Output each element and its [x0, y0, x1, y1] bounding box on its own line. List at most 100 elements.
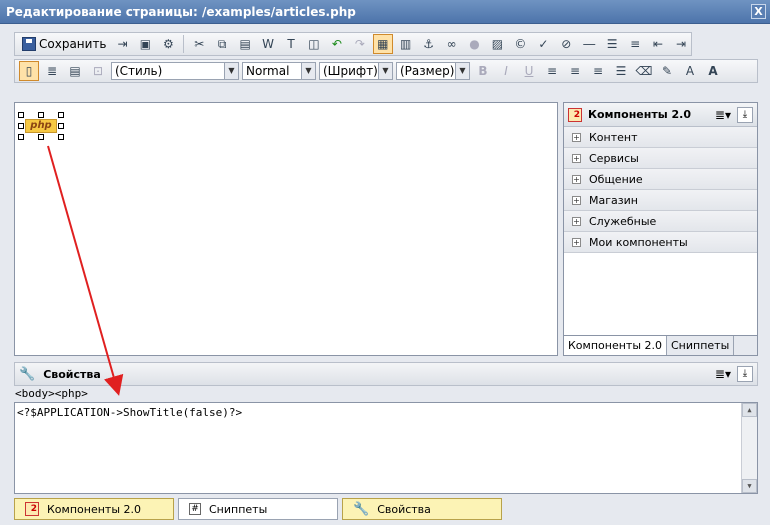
paste-word-icon[interactable]: W — [258, 34, 278, 54]
bold-icon[interactable]: B — [473, 61, 493, 81]
paste-text-icon[interactable]: T — [281, 34, 301, 54]
dock-icon[interactable]: ⤓ — [737, 106, 753, 123]
resize-handle[interactable] — [38, 112, 44, 118]
taskbar-snippets[interactable]: # Сниппеты — [178, 498, 338, 520]
anchor-icon[interactable]: ⚓ — [419, 34, 439, 54]
window-titlebar: Редактирование страницы: /examples/artic… — [0, 0, 770, 24]
resize-handle[interactable] — [58, 112, 64, 118]
close-button[interactable]: X — [751, 4, 766, 19]
expand-icon: + — [572, 174, 581, 184]
category-label: Служебные — [589, 214, 657, 228]
category-communication[interactable]: + Общение — [564, 169, 757, 190]
bottom-taskbar: 2 Компоненты 2.0 # Сниппеты 🔧 Свойства — [14, 498, 758, 520]
unlink-icon[interactable]: ● — [465, 34, 485, 54]
fullscreen-icon[interactable]: ▣ — [135, 34, 155, 54]
link-icon[interactable]: ∞ — [442, 34, 462, 54]
category-label: Сервисы — [589, 151, 639, 165]
indent-icon[interactable]: ⇥ — [671, 34, 691, 54]
split-mode-icon[interactable]: ▤ — [65, 61, 85, 81]
category-my-components[interactable]: + Мои компоненты — [564, 232, 757, 253]
php-block[interactable]: php — [25, 119, 57, 133]
exit-icon[interactable]: ⇥ — [113, 34, 133, 54]
tab-components[interactable]: Компоненты 2.0 — [564, 336, 667, 355]
taskbar-components[interactable]: 2 Компоненты 2.0 — [14, 498, 174, 520]
menu-icon[interactable]: ≣▾ — [715, 107, 731, 123]
snippet-icon: # — [189, 503, 201, 515]
wrench-icon: 🔧 — [353, 501, 370, 517]
paste-html-icon[interactable]: ◫ — [304, 34, 324, 54]
flash-icon[interactable]: ⊘ — [556, 34, 576, 54]
resize-handle[interactable] — [18, 123, 24, 129]
wysiwyg-mode-icon[interactable]: ▯ — [19, 61, 39, 81]
format-select-value: Normal — [246, 64, 290, 78]
floppy-icon — [22, 37, 36, 51]
source-mode-icon[interactable]: ≣ — [42, 61, 62, 81]
save-label: Сохранить — [39, 37, 107, 51]
ordered-list-icon[interactable]: ☰ — [602, 34, 622, 54]
components-panel-title: Компоненты 2.0 — [588, 108, 691, 121]
table-icon[interactable]: ▥ — [396, 34, 416, 54]
align-justify-icon[interactable]: ☰ — [611, 61, 631, 81]
align-center-icon[interactable]: ≡ — [565, 61, 585, 81]
copy-icon[interactable]: ⧉ — [212, 34, 232, 54]
php-mode-icon[interactable]: ⊡ — [88, 61, 108, 81]
outdent-icon[interactable]: ⇤ — [648, 34, 668, 54]
properties-header: 🔧 Свойства ≣▾ ⤓ — [14, 362, 758, 386]
category-utility[interactable]: + Служебные — [564, 211, 757, 232]
background-color-icon[interactable]: A — [703, 61, 723, 81]
resize-handle[interactable] — [58, 123, 64, 129]
taskbar-label: Свойства — [377, 502, 431, 516]
redo-icon[interactable]: ↷ — [350, 34, 370, 54]
paste-icon[interactable]: ▤ — [235, 34, 255, 54]
components-icon: 2 — [25, 502, 39, 516]
scroll-down-icon[interactable]: ▼ — [742, 479, 757, 493]
expand-icon: + — [572, 237, 581, 247]
taskbar-properties[interactable]: 🔧 Свойства — [342, 498, 502, 520]
spellcheck-icon[interactable]: ✓ — [533, 34, 553, 54]
menu-icon[interactable]: ≣▾ — [715, 366, 731, 382]
resize-handle[interactable] — [58, 134, 64, 140]
undo-icon[interactable]: ↶ — [327, 34, 347, 54]
expand-icon: + — [572, 216, 581, 226]
font-select[interactable]: (Шрифт) ▼ — [319, 62, 393, 80]
scrollbar[interactable]: ▲ ▼ — [741, 403, 757, 493]
eraser-icon[interactable]: ⌫ — [634, 61, 654, 81]
wysiwyg-editor[interactable]: php — [14, 102, 558, 356]
save-button[interactable]: Сохранить — [19, 34, 110, 54]
tab-snippets[interactable]: Сниппеты — [667, 336, 735, 355]
resize-handle[interactable] — [38, 134, 44, 140]
underline-icon[interactable]: U — [519, 61, 539, 81]
expand-icon: + — [572, 195, 581, 205]
category-label: Контент — [589, 130, 638, 144]
horizontal-rule-icon[interactable]: ― — [579, 34, 599, 54]
category-label: Мои компоненты — [589, 235, 688, 249]
format-toolbar: ▯ ≣ ▤ ⊡ (Стиль) ▼ Normal ▼ (Шрифт) ▼ (Ра… — [14, 59, 758, 83]
size-select[interactable]: (Размер) ▼ — [396, 62, 470, 80]
style-select[interactable]: (Стиль) ▼ — [111, 62, 239, 80]
highlight-icon[interactable]: ✎ — [657, 61, 677, 81]
italic-icon[interactable]: I — [496, 61, 516, 81]
scroll-up-icon[interactable]: ▲ — [742, 403, 757, 417]
cut-icon[interactable]: ✂ — [189, 34, 209, 54]
dock-icon[interactable]: ⤓ — [737, 366, 753, 382]
components-panel: 2 Компоненты 2.0 ≣▾ ⤓ + Контент + Сервис… — [563, 102, 758, 356]
category-content[interactable]: + Контент — [564, 127, 757, 148]
unordered-list-icon[interactable]: ≡ — [625, 34, 645, 54]
align-right-icon[interactable]: ≡ — [588, 61, 608, 81]
copyright-icon[interactable]: © — [510, 34, 530, 54]
show-borders-icon[interactable]: ▦ — [372, 34, 393, 54]
align-left-icon[interactable]: ≡ — [542, 61, 562, 81]
settings-icon[interactable]: ⚙ — [158, 34, 178, 54]
code-text: <?$APPLICATION->ShowTitle(false)?> — [17, 406, 243, 419]
category-services[interactable]: + Сервисы — [564, 148, 757, 169]
tag-path[interactable]: <body><php> — [14, 386, 758, 402]
category-shop[interactable]: + Магазин — [564, 190, 757, 211]
image-icon[interactable]: ▨ — [488, 34, 508, 54]
font-select-value: (Шрифт) — [323, 64, 378, 78]
code-textarea[interactable]: <?$APPLICATION->ShowTitle(false)?> ▲ ▼ — [14, 402, 758, 494]
resize-handle[interactable] — [18, 112, 24, 118]
resize-handle[interactable] — [18, 134, 24, 140]
format-select[interactable]: Normal ▼ — [242, 62, 316, 80]
size-select-value: (Размер) — [400, 64, 455, 78]
text-color-icon[interactable]: A — [680, 61, 700, 81]
